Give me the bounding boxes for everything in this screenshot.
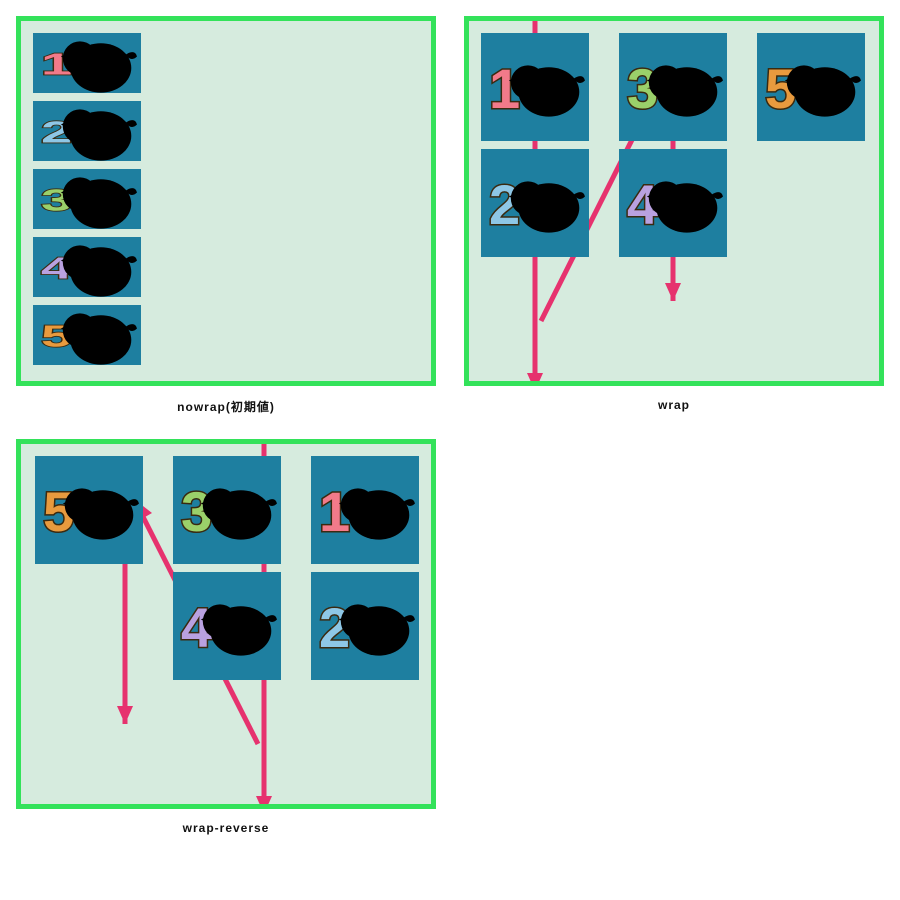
chick-icon (337, 475, 415, 545)
chick-icon (59, 96, 137, 166)
chick-icon (783, 52, 861, 122)
flex-item-4: 4 (173, 572, 281, 680)
flex-item-1: 1 (311, 456, 419, 564)
chick-icon (199, 591, 277, 661)
flex-item-3: 3 (619, 33, 727, 141)
chick-icon (59, 164, 137, 234)
chick-icon (59, 300, 137, 370)
chick-icon (59, 28, 137, 98)
flex-item-5: 5 (35, 456, 143, 564)
flex-item-1: 1 (33, 33, 141, 93)
caption-wrap: wrap (464, 392, 884, 433)
caption-wrap-reverse: wrap-reverse (16, 815, 436, 853)
chick-icon (507, 168, 585, 238)
flex-area-nowrap: 1 2 3 4 5 (33, 33, 419, 369)
chick-icon (61, 475, 139, 545)
flex-item-2: 2 (33, 101, 141, 161)
chick-icon (199, 475, 277, 545)
chick-icon (645, 52, 723, 122)
panel-wrap: 12345 (464, 16, 884, 386)
flex-item-4: 4 (619, 149, 727, 257)
chick-icon (337, 591, 415, 661)
flex-item-2: 2 (481, 149, 589, 257)
panel-nowrap: 1 2 3 4 5 (16, 16, 436, 386)
flex-item-5: 5 (33, 305, 141, 365)
panel-wrap-reverse: 12345 (16, 439, 436, 809)
flex-area-wrap: 12345 (481, 33, 867, 369)
diagram-grid: 12345 12345 nowrap(初期値) wrap 12345 wrap-… (16, 16, 884, 853)
flex-item-5: 5 (757, 33, 865, 141)
flex-item-4: 4 (33, 237, 141, 297)
flex-item-3: 3 (173, 456, 281, 564)
flex-item-2: 2 (311, 572, 419, 680)
chick-icon (59, 232, 137, 302)
flex-item-3: 3 (33, 169, 141, 229)
flex-item-1: 1 (481, 33, 589, 141)
caption-nowrap: nowrap(初期値) (16, 392, 436, 433)
chick-icon (507, 52, 585, 122)
flex-area-reverse: 12345 (33, 456, 419, 792)
chick-icon (645, 168, 723, 238)
